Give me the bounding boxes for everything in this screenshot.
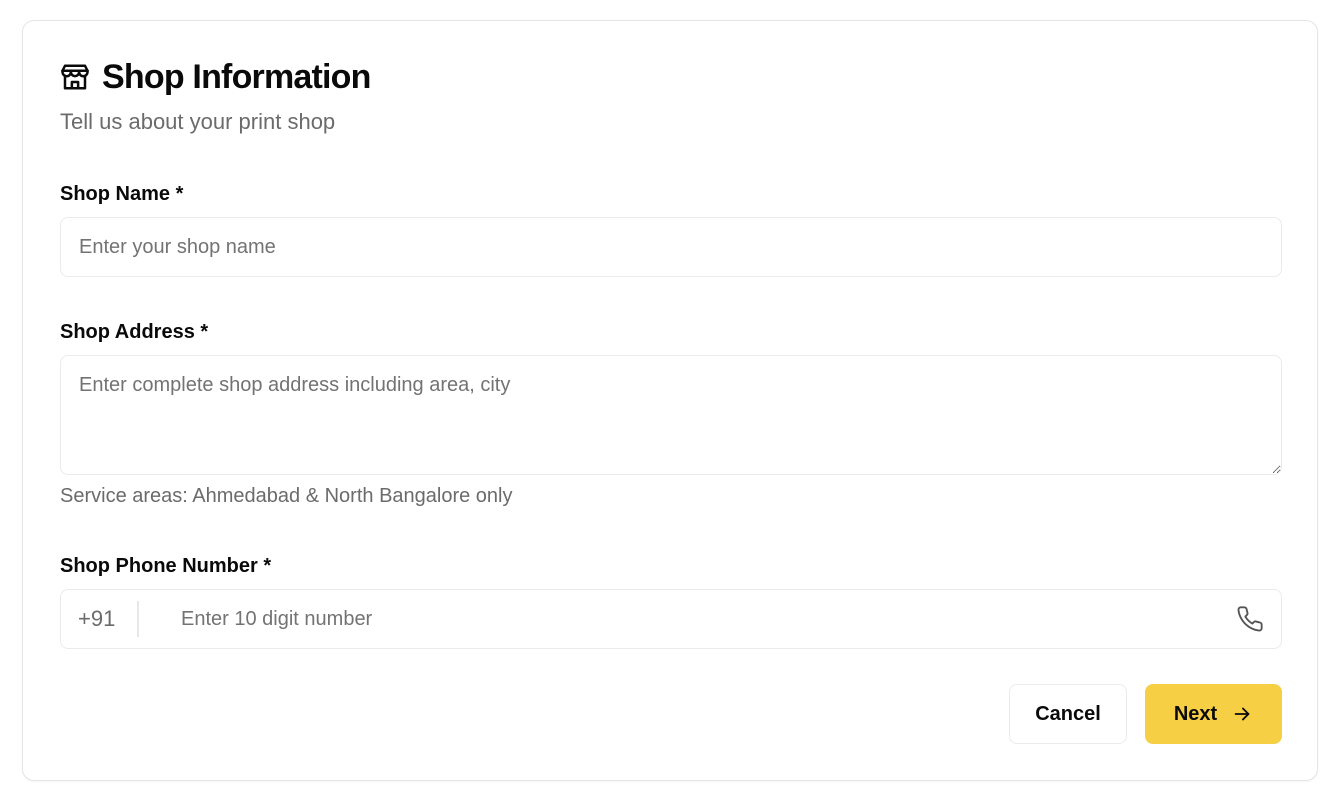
service-areas-hint: Service areas: Ahmedabad & North Bangalo… — [60, 485, 513, 507]
phone-field: +91 — [60, 589, 1282, 649]
shop-name-label: Shop Name * — [60, 183, 184, 205]
arrow-right-icon — [1231, 703, 1253, 725]
card-header: Shop Information — [60, 57, 371, 97]
phone-icon — [1235, 604, 1265, 634]
page-title: Shop Information — [102, 58, 371, 96]
store-icon — [60, 62, 90, 92]
next-button[interactable]: Next — [1145, 684, 1282, 744]
shop-information-card: Shop Information Tell us about your prin… — [22, 20, 1318, 781]
shop-phone-label: Shop Phone Number * — [60, 555, 272, 577]
shop-address-label: Shop Address * — [60, 321, 209, 343]
shop-address-textarea[interactable] — [60, 355, 1282, 475]
page-subtitle: Tell us about your print shop — [60, 109, 336, 134]
cancel-button[interactable]: Cancel — [1009, 684, 1127, 744]
next-button-label: Next — [1173, 702, 1218, 725]
shop-phone-input[interactable] — [139, 590, 1235, 648]
country-code-prefix: +91 — [61, 601, 139, 637]
shop-name-input[interactable] — [60, 217, 1282, 277]
